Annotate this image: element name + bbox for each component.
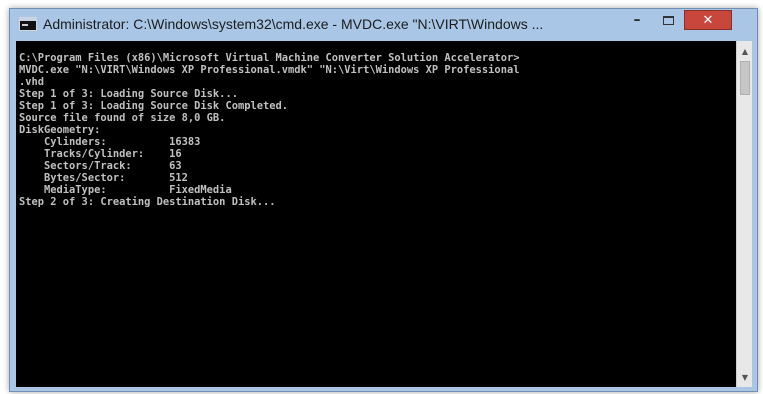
scroll-up-icon[interactable]: ▲ — [737, 43, 753, 59]
console-line: DiskGeometry: — [19, 124, 101, 136]
maximize-icon — [662, 15, 674, 25]
maximize-button[interactable] — [654, 9, 682, 31]
console-line: Step 1 of 3: Loading Source Disk... — [19, 88, 238, 100]
close-button[interactable]: ✕ — [684, 10, 732, 30]
console-line: Source file found of size 8,0 GB. — [19, 112, 226, 124]
scrollbar-thumb[interactable] — [740, 61, 750, 95]
vertical-scrollbar[interactable]: ▲ ▼ — [736, 41, 752, 387]
console-output[interactable]: C:\Program Files (x86)\Microsoft Virtual… — [16, 41, 736, 387]
console-line: Cylinders: 16383 — [19, 136, 201, 148]
console-line: .vhd — [19, 76, 45, 88]
console-window: Administrator: C:\Windows\system32\cmd.e… — [9, 8, 758, 392]
console-line: Step 1 of 3: Loading Source Disk Complet… — [19, 100, 288, 112]
console-line: Sectors/Track: 63 — [19, 160, 182, 172]
minimize-button[interactable]: – — [622, 9, 652, 31]
window-title: Administrator: C:\Windows\system32\cmd.e… — [43, 16, 544, 32]
scroll-down-icon[interactable]: ▼ — [737, 369, 753, 385]
console-line: Step 2 of 3: Creating Destination Disk..… — [19, 196, 276, 208]
console-line: Tracks/Cylinder: 16 — [19, 148, 182, 160]
console-line: C:\Program Files (x86)\Microsoft Virtual… — [19, 52, 520, 64]
console-line: Bytes/Sector: 512 — [19, 172, 188, 184]
cmd-icon[interactable] — [19, 17, 37, 31]
console-line: MediaType: FixedMedia — [19, 184, 232, 196]
console-line: MVDC.exe "N:\VIRT\Windows XP Professiona… — [19, 64, 520, 76]
